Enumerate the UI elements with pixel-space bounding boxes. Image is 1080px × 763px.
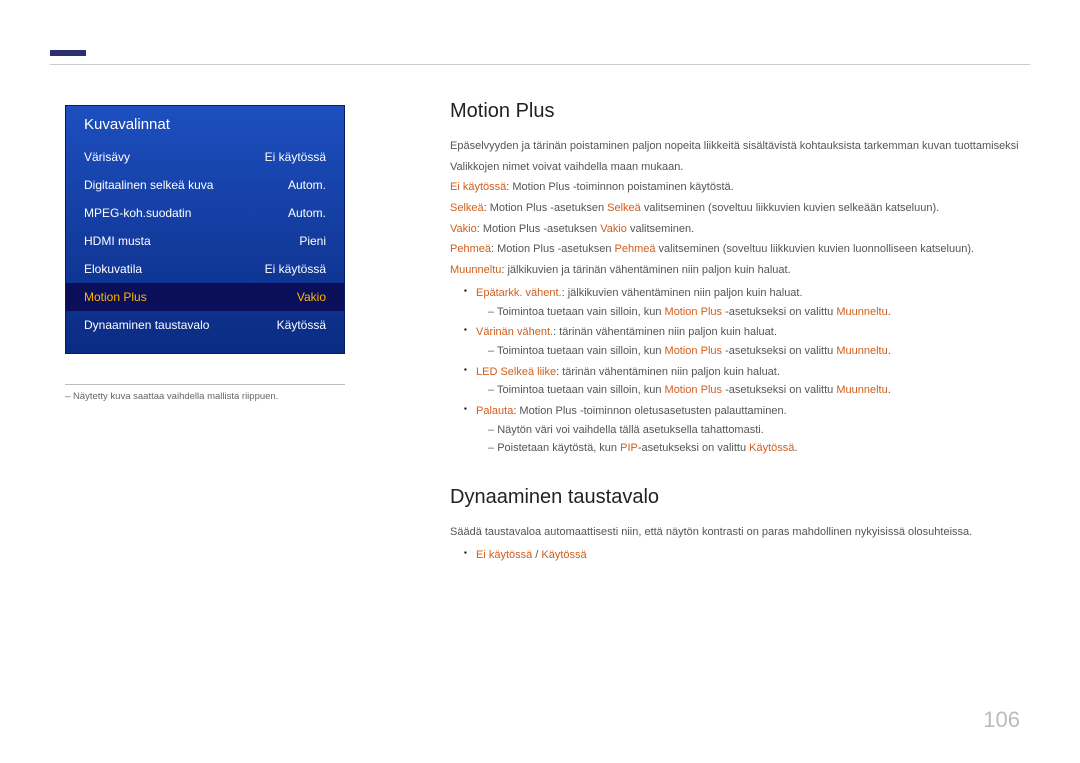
option-desc: : jälkikuvien ja tärinän vähentäminen ni… [501,264,790,276]
sub-option-desc: : tärinän vähentäminen niin paljon kuin … [556,366,780,378]
sub-option-label: Palauta [476,405,513,417]
option-clear: Selkeä: Motion Plus -asetuksen Selkeä va… [450,199,1030,218]
header-rule [50,64,1030,65]
option-desc: : Motion Plus -asetuksen [484,202,608,214]
menu-item-label: Digitaalinen selkeä kuva [84,178,213,192]
option-on: Käytössä [541,549,586,561]
sub-option-desc: : Motion Plus -toiminnon oletusasetusten… [513,405,786,417]
sub-note: Toimintoa tuetaan vain silloin, kun Moti… [488,303,1030,322]
option-off: Ei käytössä: Motion Plus -toiminnon pois… [450,178,1030,197]
left-column: Kuvavalinnat Värisävy Ei käytössä Digitaal… [65,105,345,402]
settings-menu-preview: Kuvavalinnat Värisävy Ei käytössä Digitaal… [65,105,345,354]
menu-item-label: Värisävy [84,150,130,164]
menu-row-6[interactable]: Dynaaminen taustavalo Käytössä [84,311,326,339]
menu-row-5[interactable]: Motion Plus Vakio [66,283,344,311]
option-label: Pehmeä [450,243,491,255]
section-dynamic-backlight: Dynaaminen taustavalo Säädä taustavaloa … [450,486,1030,564]
menu-item-value: Pieni [299,234,326,248]
menu-row-3[interactable]: HDMI musta Pieni [84,227,326,255]
option-label: Vakio [450,223,477,235]
motion-plus-body: Epäselvyyden ja tärinän poistaminen palj… [450,137,1030,458]
option-value: Vakio [600,223,627,235]
menu-item-value: Ei käytössä [265,150,326,164]
dynamic-backlight-body: Säädä taustavaloa automaattisesti niin, … [450,523,1030,564]
option-label: Muunneltu [450,264,501,276]
sub-option-label: LED Selkeä liike [476,366,556,378]
option-desc: valitseminen (soveltuu liikkuvien kuvien… [655,243,974,255]
option-desc: valitseminen (soveltuu liikkuvien kuvien… [641,202,939,214]
sub-note: Poistetaan käytöstä, kun PIP-asetukseksi… [488,439,1030,458]
sub-note: Toimintoa tuetaan vain silloin, kun Moti… [488,342,1030,361]
menu-item-label: Dynaaminen taustavalo [84,318,209,332]
option-smooth: Pehmeä: Motion Plus -asetuksen Pehmeä va… [450,240,1030,259]
sub-option-list: Epätarkk. vähent.: jälkikuvien vähentämi… [464,284,1030,458]
sub-option-led: LED Selkeä liike: tärinän vähentäminen n… [464,363,1030,400]
sub-option-reset: Palauta: Motion Plus -toiminnon oletusas… [464,402,1030,458]
option-standard: Vakio: Motion Plus -asetuksen Vakio vali… [450,220,1030,239]
option-custom: Muunneltu: jälkikuvien ja tärinän vähent… [450,261,1030,280]
section-heading-dynamic-backlight: Dynaaminen taustavalo [450,486,1030,509]
option-label: Ei käytössä [450,181,506,193]
menu-item-value: Käytössä [277,318,326,332]
option-desc: valitseminen. [627,223,694,235]
sub-note: Toimintoa tuetaan vain silloin, kun Moti… [488,381,1030,400]
option-off: Ei käytössä [476,549,532,561]
option-desc: : Motion Plus -asetuksen [477,223,601,235]
sub-option-blur: Epätarkk. vähent.: jälkikuvien vähentämi… [464,284,1030,321]
header-accent [50,50,86,56]
menu-item-label: Elokuvatila [84,262,142,276]
menu-row-4[interactable]: Elokuvatila Ei käytössä [84,255,326,283]
menu-item-value: Vakio [297,290,326,304]
sub-option-desc: : jälkikuvien vähentäminen niin paljon k… [562,287,803,299]
footnote-rule: Näytetty kuva saattaa vaihdella mallista… [65,384,345,402]
section-heading-motion-plus: Motion Plus [450,100,1030,123]
dbl-text: Säädä taustavaloa automaattisesti niin, … [450,523,1030,542]
menu-item-label: Motion Plus [84,290,147,304]
option-desc: : Motion Plus -asetuksen [491,243,615,255]
right-column: Motion Plus Epäselvyyden ja tärinän pois… [450,100,1030,566]
dbl-options: Ei käytössä / Käytössä [464,546,1030,565]
sub-note: Näytön väri voi vaihdella tällä asetukse… [488,421,1030,440]
menu-title: Kuvavalinnat [84,116,326,133]
page-number: 106 [983,707,1020,733]
dbl-option-list: Ei käytössä / Käytössä [464,546,1030,565]
intro-text: Epäselvyyden ja tärinän poistaminen palj… [450,137,1030,156]
option-value: Pehmeä [615,243,656,255]
menu-item-value: Autom. [288,206,326,220]
option-label: Selkeä [450,202,484,214]
menu-item-value: Autom. [288,178,326,192]
sub-option-label: Epätarkk. vähent. [476,287,562,299]
option-value: Selkeä [607,202,641,214]
sub-option-label: Värinän vähent. [476,326,553,338]
menu-item-label: MPEG-koh.suodatin [84,206,191,220]
option-desc: : Motion Plus -toiminnon poistaminen käy… [506,181,733,193]
intro-text-2: Valikkojen nimet voivat vaihdella maan m… [450,158,1030,177]
menu-row-0[interactable]: Värisävy Ei käytössä [84,143,326,171]
sub-option-desc: : tärinän vähentäminen niin paljon kuin … [553,326,777,338]
menu-row-2[interactable]: MPEG-koh.suodatin Autom. [84,199,326,227]
menu-item-value: Ei käytössä [265,262,326,276]
menu-row-1[interactable]: Digitaalinen selkeä kuva Autom. [84,171,326,199]
footnote-text: Näytetty kuva saattaa vaihdella mallista… [65,391,345,402]
sub-option-judder: Värinän vähent.: tärinän vähentäminen ni… [464,323,1030,360]
menu-item-label: HDMI musta [84,234,151,248]
